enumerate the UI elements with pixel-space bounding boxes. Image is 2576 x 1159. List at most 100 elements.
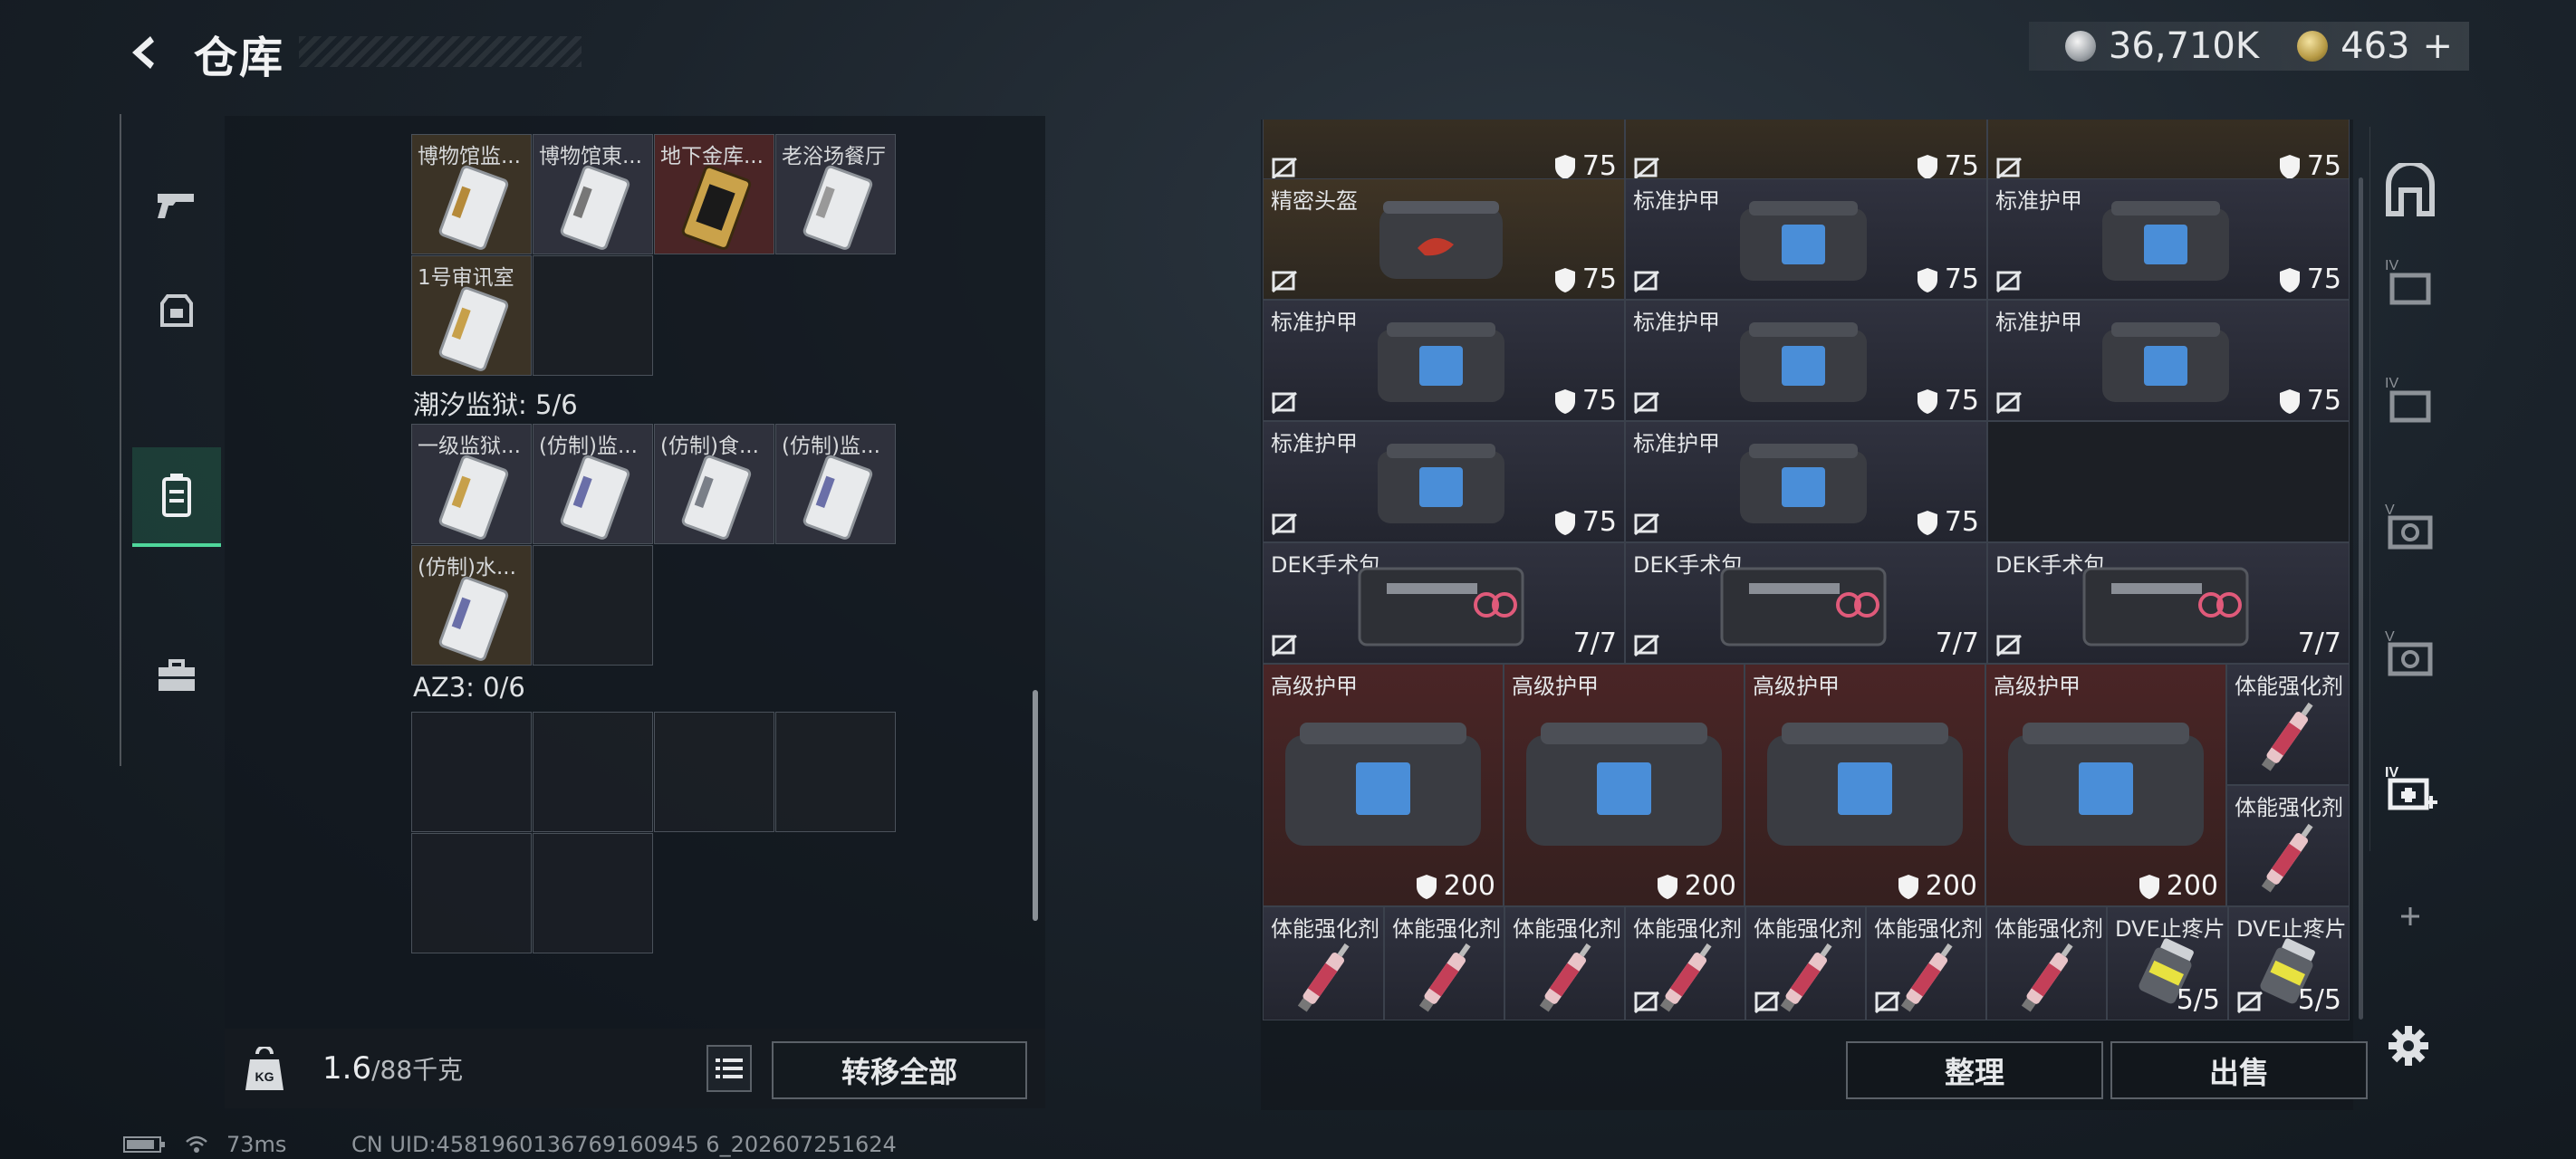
battery-icon xyxy=(123,1136,165,1153)
storage-item-armor[interactable]: 标准护甲 75 xyxy=(1987,178,2350,300)
settings-button[interactable] xyxy=(2386,1023,2431,1068)
item-uses: 7/7 xyxy=(1572,627,1617,659)
key-tile[interactable]: (仿制)食... xyxy=(654,424,774,544)
shield-icon xyxy=(1554,510,1575,535)
sort-button[interactable]: 整理 xyxy=(1846,1041,2103,1099)
key-tile[interactable]: 地下金库... xyxy=(654,134,774,254)
tab-all-storage[interactable] xyxy=(2381,163,2439,221)
list-view-button[interactable] xyxy=(706,1045,752,1092)
storage-item[interactable]: 75 xyxy=(1625,120,1987,187)
storage-item-armor[interactable]: 标准护甲 75 xyxy=(1625,300,1987,421)
armor-vest-icon xyxy=(2102,322,2229,402)
shield-icon xyxy=(1554,154,1575,179)
storage-item-stim[interactable]: 体能强化剂 xyxy=(1504,906,1625,1020)
storage-item-stim[interactable]: 体能强化剂 xyxy=(1866,906,1986,1020)
storage-item-advanced-armor[interactable]: 高级护甲 200 xyxy=(1985,664,2226,906)
storage-grid: 75 75 75 精密头盔 75 标准护甲 75 标准护甲 75 标准护甲 75… xyxy=(1263,120,2351,1021)
key-tile[interactable]: (仿制)监... xyxy=(775,424,896,544)
empty-slot[interactable] xyxy=(411,712,532,832)
tab-storage-box-1[interactable]: IV xyxy=(2381,254,2439,311)
key-tile[interactable]: (仿制)水... xyxy=(411,545,532,666)
keycard-icon xyxy=(803,455,873,540)
key-tile[interactable]: 博物馆监... xyxy=(411,134,532,254)
storage-item-stim[interactable]: 体能强化剂 xyxy=(1384,906,1504,1020)
empty-slot[interactable] xyxy=(654,712,774,832)
storage-item-armor[interactable]: 标准护甲 75 xyxy=(1263,300,1625,421)
category-keys[interactable] xyxy=(132,447,221,547)
add-tab-button[interactable] xyxy=(2381,887,2439,945)
storage-box-icon: IV xyxy=(2385,258,2431,305)
item-name: 高级护甲 xyxy=(1512,674,1599,699)
add-currency-button[interactable]: + xyxy=(2422,25,2453,67)
key-tile[interactable]: 博物馆東... xyxy=(533,134,653,254)
tab-medical-box[interactable]: IV xyxy=(2381,761,2439,819)
shield-icon xyxy=(1917,154,1937,179)
back-button[interactable] xyxy=(118,25,172,80)
left-scrollbar[interactable] xyxy=(1033,690,1038,921)
empty-slot[interactable] xyxy=(775,712,896,832)
key-tile[interactable]: 一级监狱... xyxy=(411,424,532,544)
storage-item[interactable]: 75 xyxy=(1987,120,2350,187)
sell-button[interactable]: 出售 xyxy=(2110,1041,2368,1099)
storage-item-surgery-kit[interactable]: DEK手术包 7/7 xyxy=(1263,542,1625,664)
tab-safe-box-2[interactable]: V xyxy=(2381,625,2439,683)
category-equipment[interactable] xyxy=(132,259,221,359)
item-durability: 75 xyxy=(1944,150,1979,182)
no-trade-icon xyxy=(1272,270,1297,293)
armor-vest-icon xyxy=(1378,444,1504,523)
storage-item-stim[interactable]: 体能强化剂 xyxy=(2226,664,2350,785)
item-durability: 75 xyxy=(2306,385,2341,417)
empty-slot[interactable] xyxy=(533,833,653,953)
svg-text:V: V xyxy=(2385,629,2395,645)
storage-item-painkiller[interactable]: DVE止疼片 5/5 xyxy=(2228,906,2350,1020)
storage-item-advanced-armor[interactable]: 高级护甲 200 xyxy=(1263,664,1504,906)
storage-scrollbar[interactable] xyxy=(2359,177,2363,1020)
storage-box-icon: IV xyxy=(2385,376,2431,423)
storage-item-armor[interactable]: 标准护甲 75 xyxy=(1625,178,1987,300)
empty-slot[interactable] xyxy=(533,255,653,376)
storage-item-stim[interactable]: 体能强化剂 xyxy=(1986,906,2107,1020)
storage-item-helmet[interactable]: 精密头盔 75 xyxy=(1263,178,1625,300)
storage-item-stim[interactable]: 体能强化剂 xyxy=(1263,906,1384,1020)
tab-storage-box-2[interactable]: IV xyxy=(2381,371,2439,429)
wifi-icon xyxy=(186,1135,207,1153)
empty-slot[interactable] xyxy=(411,833,532,953)
syringe-icon xyxy=(2021,943,2073,1012)
weight-max: /88千克 xyxy=(371,1055,464,1085)
key-tile[interactable]: (仿制)监... xyxy=(533,424,653,544)
category-supplies[interactable] xyxy=(132,627,221,726)
storage-item-surgery-kit[interactable]: DEK手术包 7/7 xyxy=(1625,542,1987,664)
storage-item-advanced-armor[interactable]: 高级护甲 200 xyxy=(1745,664,1985,906)
category-nav xyxy=(120,114,221,766)
storage-item-painkiller[interactable]: DVE止疼片 5/5 xyxy=(2107,906,2228,1020)
empty-slot[interactable] xyxy=(533,545,653,666)
storage-item-armor[interactable]: 标准护甲 75 xyxy=(1625,421,1987,542)
title-decoration xyxy=(299,36,582,67)
keycard-icon xyxy=(681,455,752,540)
storage-item-advanced-armor[interactable]: 高级护甲 200 xyxy=(1504,664,1745,906)
armor-vest-icon xyxy=(1526,723,1722,846)
shield-icon xyxy=(1416,874,1437,899)
no-trade-icon xyxy=(1996,634,2022,657)
storage-item-armor[interactable]: 标准护甲 75 xyxy=(1987,300,2350,421)
storage-item-armor[interactable]: 标准护甲 75 xyxy=(1263,421,1625,542)
storage-item-stim[interactable]: 体能强化剂 xyxy=(1745,906,1866,1020)
shield-icon xyxy=(1917,388,1937,414)
storage-item[interactable]: 75 xyxy=(1263,120,1625,187)
armor-vest-icon xyxy=(1378,322,1504,402)
storage-item-surgery-kit[interactable]: DEK手术包 7/7 xyxy=(1987,542,2350,664)
key-tile[interactable]: 1号审讯室 xyxy=(411,255,532,376)
no-trade-icon xyxy=(1634,512,1659,536)
syringe-icon xyxy=(1539,943,1591,1012)
empty-slot[interactable] xyxy=(533,712,653,832)
storage-item-stim[interactable]: 体能强化剂 xyxy=(1625,906,1745,1020)
item-durability: 75 xyxy=(1581,263,1617,295)
item-durability: 75 xyxy=(1944,263,1979,295)
category-weapons[interactable] xyxy=(132,155,221,254)
key-tile[interactable]: 老浴场餐厅 xyxy=(775,134,896,254)
empty-slot[interactable] xyxy=(1987,421,2350,542)
svg-text:V: V xyxy=(2385,503,2395,518)
storage-item-stim[interactable]: 体能强化剂 xyxy=(2226,785,2350,906)
transfer-all-button[interactable]: 转移全部 xyxy=(772,1041,1027,1099)
tab-safe-box-1[interactable]: V xyxy=(2381,498,2439,556)
